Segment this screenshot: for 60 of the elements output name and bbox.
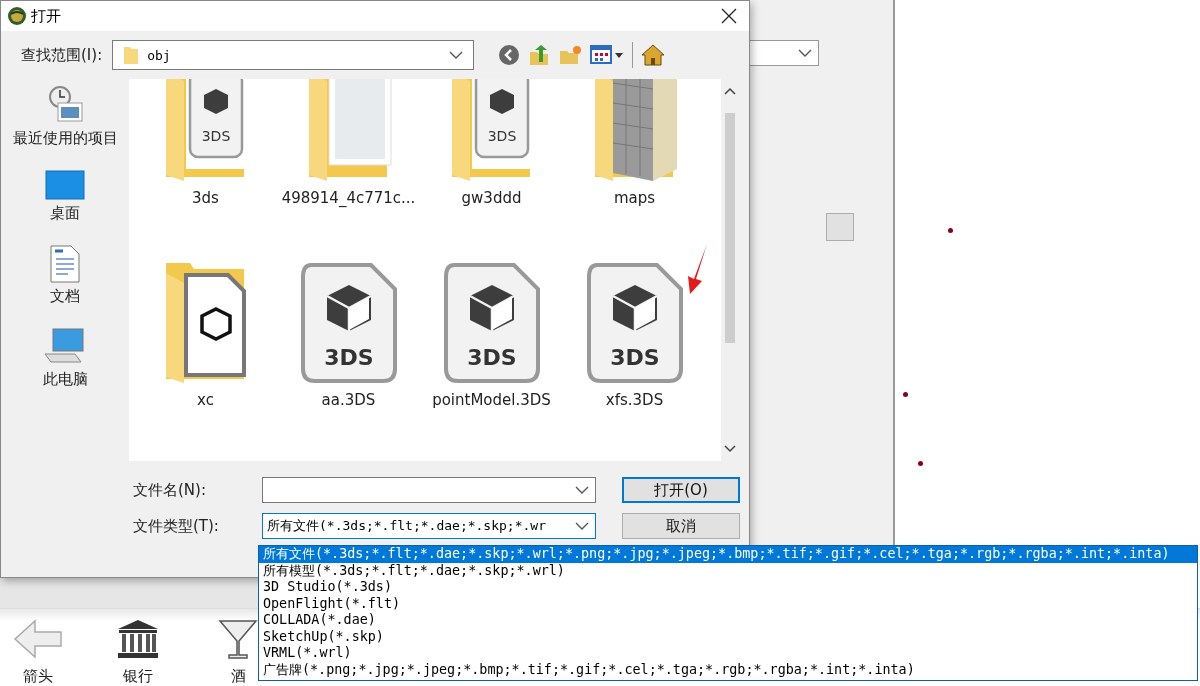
file-name-field[interactable] xyxy=(262,477,596,503)
place-item[interactable]: 桌面 xyxy=(45,170,85,223)
file-item[interactable]: maps xyxy=(563,79,706,253)
cancel-button[interactable]: 取消 xyxy=(622,513,740,539)
chevron-icon xyxy=(798,49,812,57)
annotation-arrow xyxy=(685,243,709,295)
open-button[interactable]: 打开(O) xyxy=(622,477,740,503)
document-icon xyxy=(50,245,80,283)
file-type-option[interactable]: OpenFlight(*.flt) xyxy=(259,595,1197,612)
file-type-option[interactable]: 3D Studio(*.3ds) xyxy=(259,579,1197,596)
view-menu-icon[interactable] xyxy=(590,44,625,66)
look-in-label: 查找范围(I): xyxy=(21,45,103,65)
point-marker xyxy=(918,461,923,466)
desktop-icon xyxy=(45,170,85,200)
chevron-icon xyxy=(449,51,464,59)
chevron-icon xyxy=(575,486,589,494)
file-type-label: 3DS xyxy=(487,128,516,144)
up-folder-icon[interactable] xyxy=(528,44,551,66)
app-globe-icon xyxy=(7,6,27,26)
computer-icon xyxy=(43,328,87,366)
file-name-label: 文件名(N): xyxy=(133,480,207,500)
place-item[interactable]: 最近使用的项目 xyxy=(12,85,118,148)
file-item[interactable]: 498914_4c771c... xyxy=(277,79,420,253)
dropdown[interactable] xyxy=(750,40,819,66)
tool-label: 银行 xyxy=(123,667,153,686)
file-item[interactable]: 3DS pointModel.3DS xyxy=(420,253,563,455)
file-item[interactable]: 3DS xfs.3DS xyxy=(563,253,706,455)
file-type-option[interactable]: VRML(*.wrl) xyxy=(259,645,1197,662)
tool-label: 酒 xyxy=(230,667,246,686)
close-icon[interactable] xyxy=(721,8,737,24)
cocktail-glass-icon[interactable] xyxy=(218,619,258,659)
file-type-label: 3DS xyxy=(323,345,374,370)
place-item[interactable]: 文档 xyxy=(50,245,80,306)
file-type-label: 3DS xyxy=(466,345,517,370)
file-type-label: 3DS xyxy=(609,345,660,370)
point-marker xyxy=(903,392,908,397)
home-icon[interactable] xyxy=(641,44,666,66)
look-in-dropdown[interactable]: obj xyxy=(112,40,475,70)
tool-label: 箭头 xyxy=(23,667,53,686)
window-title: 打开 xyxy=(31,6,61,26)
file-item[interactable]: 3DS 3ds xyxy=(134,79,277,253)
file-type-option[interactable]: SketchUp(*.skp) xyxy=(259,628,1197,645)
file-item[interactable]: 3DS gw3ddd xyxy=(420,79,563,253)
chevron-icon xyxy=(575,522,589,530)
file-type-option[interactable]: 所有文件(*.3ds;*.flt;*.dae;*.skp;*.wrl;*.png;*.jpg;*.jpeg;*.bmp;*.tif;*.gif;*.cel;*.tga;*.rgb;*.rgba;*.int;*.inta) xyxy=(259,546,1197,563)
file-type-option[interactable]: 广告牌(*.png;*.jpg;*.jpeg;*.bmp;*.tif;*.gif;*.cel;*.tga;*.rgb;*.rgba;*.int;*.inta) xyxy=(259,661,1197,678)
file-type-option[interactable]: 所有模型(*.3ds;*.flt;*.dae;*.skp;*.wrl) xyxy=(259,562,1197,579)
back-icon[interactable] xyxy=(498,44,521,66)
file-type-label: 文件类型(T): xyxy=(133,516,220,536)
folder-icon xyxy=(123,45,140,65)
file-type-label: 3DS xyxy=(201,128,230,144)
file-type-select[interactable]: 所有文件(*.3ds;*.flt;*.dae;*.skp;*.wr xyxy=(262,513,596,539)
file-item[interactable]: xc xyxy=(134,253,277,455)
file-item[interactable]: 3DS aa.3DS xyxy=(277,253,420,455)
file-type-option[interactable]: COLLADA(*.dae) xyxy=(259,612,1197,629)
place-item[interactable]: 此电脑 xyxy=(42,328,88,389)
scroll-up-icon[interactable] xyxy=(724,87,736,95)
scroll-down-icon[interactable] xyxy=(724,445,736,453)
point-marker xyxy=(948,228,953,233)
bank-icon[interactable] xyxy=(115,619,161,659)
